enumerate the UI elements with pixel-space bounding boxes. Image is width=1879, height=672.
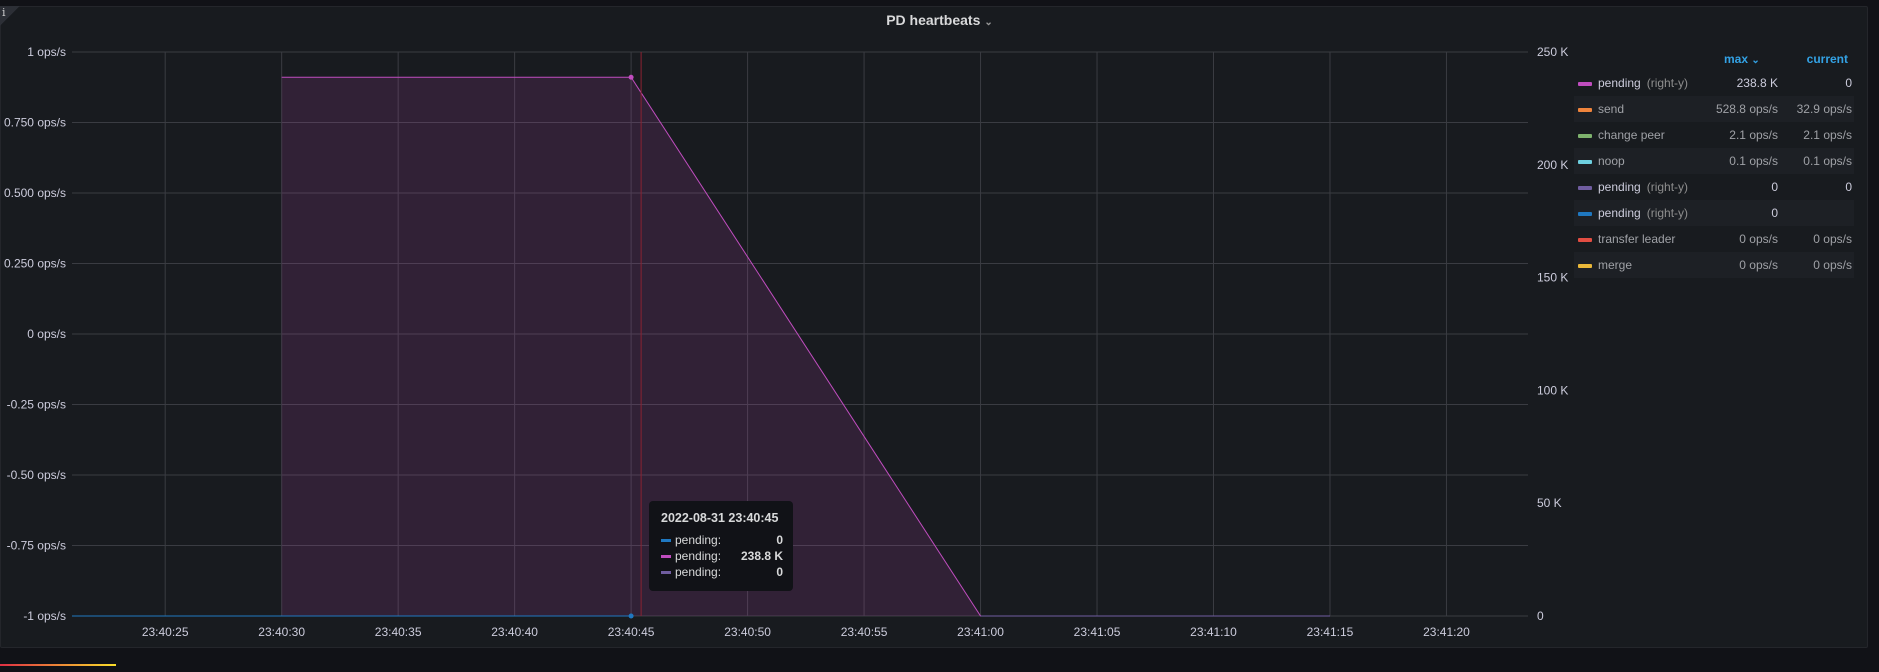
hover-point — [628, 74, 634, 80]
series-color-swatch[interactable] — [1578, 238, 1592, 242]
legend-max-value: 0 — [1771, 180, 1778, 194]
legend-series-name: send — [1598, 102, 1624, 116]
legend-series-name: transfer leader — [1598, 232, 1675, 246]
tooltip-row: pending: 0 — [661, 533, 783, 549]
tooltip-row: pending: 0 — [661, 565, 783, 581]
tooltip-value: 238.8 K — [740, 549, 783, 563]
legend-current-value: 0.1 ops/s — [1803, 154, 1852, 168]
axis-tag: (right-y) — [1646, 76, 1689, 90]
series-name: noop — [1598, 154, 1625, 168]
tooltip-value: 0 — [776, 533, 783, 547]
y-right-tick-label: 0 — [1537, 609, 1544, 623]
legend-max-value: 238.8 K — [1736, 76, 1778, 90]
tooltip-label: pending: — [675, 533, 722, 547]
y-left-tick-label: 0.250 ops/s — [4, 257, 66, 271]
tooltip-value: 0 — [776, 565, 783, 579]
hover-point — [628, 613, 634, 619]
x-tick-label: 23:40:25 — [142, 625, 189, 639]
legend-current-value: 0 — [1845, 180, 1852, 194]
y-right-tick-label: 100 K — [1537, 383, 1568, 397]
legend-item[interactable]: send 528.8 ops/s 32.9 ops/s — [1574, 96, 1854, 122]
y-left-tick-label: 0.750 ops/s — [4, 116, 66, 130]
tooltip-row: pending: 238.8 K — [661, 549, 783, 565]
legend-item[interactable]: pending (right-y) 238.8 K 0 — [1574, 70, 1854, 96]
axis-tag: (right-y) — [1646, 180, 1689, 194]
x-tick-label: 23:40:30 — [258, 625, 305, 639]
x-tick-label: 23:41:20 — [1423, 625, 1470, 639]
x-tick-label: 23:40:55 — [841, 625, 888, 639]
legend-table: max ⌄ current pending (right-y) 238.8 K 0… — [1574, 46, 1854, 278]
y-left-tick-label: -0.75 ops/s — [7, 539, 66, 553]
series-color-swatch[interactable] — [1578, 108, 1592, 112]
y-right-tick-label: 50 K — [1537, 496, 1562, 510]
legend-series-name: change peer — [1598, 128, 1665, 142]
legend-header-max[interactable]: max ⌄ — [1724, 52, 1760, 66]
axis-tag: (right-y) — [1646, 206, 1689, 220]
y-left-tick-label: 1 ops/s — [27, 45, 66, 59]
tooltip-label: pending: — [675, 565, 722, 579]
tooltip-label: pending: — [675, 549, 722, 563]
legend-item[interactable]: merge 0 ops/s 0 ops/s — [1574, 252, 1854, 278]
tooltip: 2022-08-31 23:40:45 pending: 0 pending: … — [649, 501, 793, 591]
series-color-swatch[interactable] — [1578, 186, 1592, 190]
x-tick-label: 23:41:10 — [1190, 625, 1237, 639]
legend-max-value: 0.1 ops/s — [1729, 154, 1778, 168]
series-color-swatch[interactable] — [1578, 134, 1592, 138]
y-left-tick-label: 0.500 ops/s — [4, 186, 66, 200]
series-color-swatch[interactable] — [1578, 212, 1592, 216]
legend-current-value: 0 — [1845, 76, 1852, 90]
x-tick-label: 23:41:15 — [1307, 625, 1354, 639]
legend-series-name: merge — [1598, 258, 1632, 272]
legend-current-value: 2.1 ops/s — [1803, 128, 1852, 142]
legend-max-value: 0 — [1771, 206, 1778, 220]
tooltip-time: 2022-08-31 23:40:45 — [661, 511, 779, 525]
legend-item[interactable]: noop 0.1 ops/s 0.1 ops/s — [1574, 148, 1854, 174]
y-right-tick-label: 150 K — [1537, 271, 1568, 285]
sort-desc-icon: ⌄ — [1751, 55, 1760, 66]
legend-current-value: 0 ops/s — [1813, 258, 1852, 272]
series-name: change peer — [1598, 128, 1665, 142]
legend-header-current[interactable]: current — [1807, 52, 1848, 66]
series-color-swatch — [661, 571, 671, 574]
x-tick-label: 23:41:05 — [1074, 625, 1121, 639]
series-color-swatch — [661, 539, 671, 542]
x-tick-label: 23:40:40 — [491, 625, 538, 639]
legend-max-value: 0 ops/s — [1739, 258, 1778, 272]
y-left-tick-label: -0.25 ops/s — [7, 398, 66, 412]
loading-bar — [0, 664, 116, 666]
series-color-swatch[interactable] — [1578, 160, 1592, 164]
legend-series-name: pending (right-y) — [1598, 180, 1688, 194]
x-tick-label: 23:40:35 — [375, 625, 422, 639]
x-tick-label: 23:40:45 — [608, 625, 655, 639]
legend-max-value: 0 ops/s — [1739, 232, 1778, 246]
legend-series-name: pending (right-y) — [1598, 76, 1688, 90]
series-name: pending — [1598, 180, 1641, 194]
legend-current-value: 32.9 ops/s — [1796, 102, 1852, 116]
legend-series-name: noop — [1598, 154, 1625, 168]
legend-item[interactable]: pending (right-y) 0 0 — [1574, 174, 1854, 200]
y-left-tick-label: -0.50 ops/s — [7, 468, 66, 482]
y-left-tick-label: -1 ops/s — [23, 609, 66, 623]
series-name: transfer leader — [1598, 232, 1676, 246]
y-right-tick-label: 200 K — [1537, 158, 1568, 172]
y-right-tick-label: 250 K — [1537, 45, 1568, 59]
x-tick-label: 23:40:50 — [724, 625, 771, 639]
legend-max-value: 528.8 ops/s — [1715, 102, 1778, 116]
x-tick-label: 23:41:00 — [957, 625, 1004, 639]
series-color-swatch — [661, 555, 671, 558]
series-name: pending — [1598, 206, 1641, 220]
legend-current-value: 0 ops/s — [1813, 232, 1852, 246]
legend-item[interactable]: change peer 2.1 ops/s 2.1 ops/s — [1574, 122, 1854, 148]
series-color-swatch[interactable] — [1578, 82, 1592, 86]
series-color-swatch[interactable] — [1578, 264, 1592, 268]
legend-max-value: 2.1 ops/s — [1729, 128, 1778, 142]
series-name: merge — [1598, 258, 1633, 272]
legend-item[interactable]: pending (right-y) 0 — [1574, 200, 1854, 226]
legend-series-name: pending (right-y) — [1598, 206, 1688, 220]
legend-item[interactable]: transfer leader 0 ops/s 0 ops/s — [1574, 226, 1854, 252]
y-left-tick-label: 0 ops/s — [27, 327, 66, 341]
series-name: pending — [1598, 76, 1641, 90]
max-label: max — [1724, 52, 1749, 66]
series-name: send — [1598, 102, 1625, 116]
